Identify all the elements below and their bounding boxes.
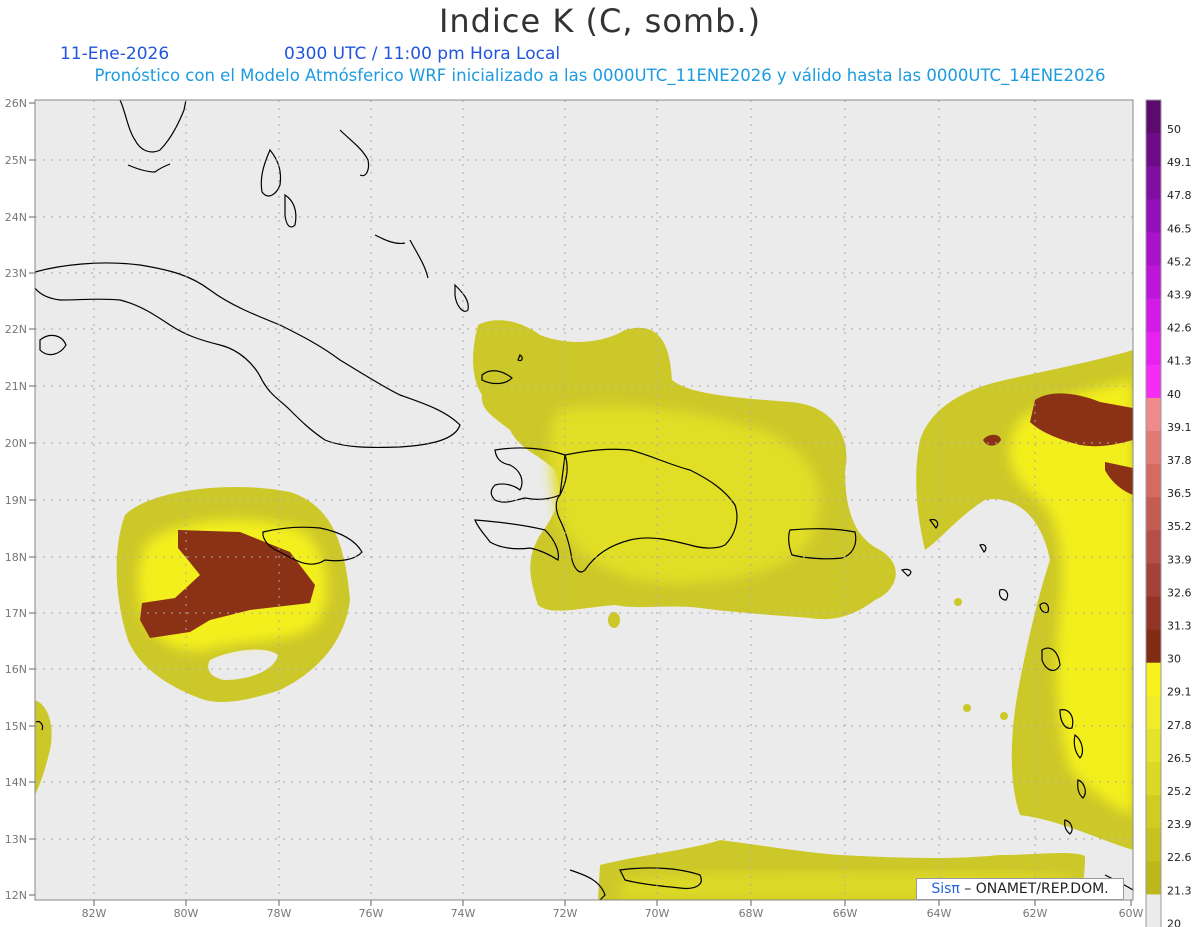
map-figure: 26N 25N 24N 23N 22N 21N 20N 19N 18N 17N … — [5, 97, 1192, 927]
lon-label: 60W — [1119, 907, 1144, 920]
colorbar-swatch — [1146, 596, 1161, 631]
lat-label: 15N — [5, 720, 27, 733]
colorbar-swatch — [1146, 695, 1161, 730]
lat-label: 26N — [5, 97, 27, 110]
colorbar-tick-label: 23.9 — [1167, 818, 1192, 831]
colorbar-swatch — [1146, 894, 1161, 927]
colorbar-swatch — [1146, 364, 1161, 399]
colorbar-tick-label: 22.6 — [1167, 851, 1192, 864]
colorbar-tick-label: 36.5 — [1167, 487, 1192, 500]
colorbar-swatch — [1146, 199, 1161, 233]
lat-label: 14N — [5, 776, 27, 789]
colorbar-tick-label: 21.3 — [1167, 884, 1192, 897]
colorbar-tick-label: 25.2 — [1167, 785, 1192, 798]
credit-box: Sisπ – ONAMET/REP.DOM. — [916, 878, 1124, 900]
lat-label: 16N — [5, 663, 27, 676]
colorbar-swatch — [1146, 431, 1161, 465]
lat-label: 20N — [5, 437, 27, 450]
colorbar-tick-label: 37.8 — [1167, 454, 1192, 467]
lat-label: 12N — [5, 889, 27, 902]
colorbar-swatch — [1146, 795, 1161, 829]
lat-label: 13N — [5, 833, 27, 846]
lat-labels: 26N 25N 24N 23N 22N 21N 20N 19N 18N 17N … — [5, 97, 27, 902]
colorbar-swatch — [1146, 265, 1161, 300]
colorbar-swatch — [1146, 530, 1161, 564]
lat-label: 24N — [5, 211, 27, 224]
colorbar-swatch — [1146, 629, 1161, 664]
lon-label: 62W — [1023, 907, 1048, 920]
colorbar-tick-label: 47.8 — [1167, 189, 1192, 202]
colorbar-tick-label: 31.3 — [1167, 620, 1192, 633]
colorbar-tick-label: 33.9 — [1167, 553, 1192, 566]
lon-label: 80W — [174, 907, 199, 920]
field-speck — [608, 612, 620, 628]
lon-label: 68W — [739, 907, 764, 920]
colorbar-tick-label: 49.1 — [1167, 156, 1192, 169]
colorbar-swatch — [1146, 662, 1161, 697]
colorbar-tick-label: 40 — [1167, 388, 1181, 401]
colorbar-tick-label: 35.2 — [1167, 520, 1192, 533]
colorbar-tick-label: 43.9 — [1167, 289, 1192, 302]
colorbar-swatch — [1146, 166, 1161, 200]
colorbar-swatch — [1146, 331, 1161, 366]
lat-label: 17N — [5, 607, 27, 620]
colorbar-tick-label: 41.3 — [1167, 355, 1192, 368]
field-speck — [963, 704, 971, 712]
lat-label: 23N — [5, 267, 27, 280]
colorbar-tick-label: 30 — [1167, 653, 1181, 666]
colorbar-tick-label: 27.8 — [1167, 719, 1192, 732]
colorbar-swatch — [1146, 861, 1161, 895]
lon-label: 64W — [927, 907, 952, 920]
colorbar-swatch — [1146, 828, 1161, 862]
lon-labels: 82W 80W 78W 76W 74W 72W 70W 68W 66W 64W … — [82, 907, 1144, 920]
colorbar-swatch — [1146, 762, 1161, 796]
colorbar-swatch — [1146, 397, 1161, 432]
lon-label: 74W — [451, 907, 476, 920]
credit-text: – ONAMET/REP.DOM. — [959, 881, 1109, 897]
colorbar-swatch — [1146, 497, 1161, 531]
colorbar-tick-label: 39.1 — [1167, 421, 1192, 434]
lon-label: 76W — [359, 907, 384, 920]
field-speck — [1000, 712, 1008, 720]
colorbar-swatch — [1146, 232, 1161, 267]
lon-label: 70W — [645, 907, 670, 920]
colorbar-tick-label: 29.1 — [1167, 686, 1192, 699]
lat-label: 21N — [5, 380, 27, 393]
colorbar-swatch — [1146, 298, 1161, 333]
lon-label: 66W — [833, 907, 858, 920]
colorbar-tick-label: 42.6 — [1167, 322, 1192, 335]
credit-sis: Sisπ — [931, 881, 960, 897]
colorbar-swatch — [1146, 100, 1161, 134]
colorbar-tick-label: 46.5 — [1167, 222, 1192, 235]
colorbar-swatch — [1146, 563, 1161, 598]
colorbar-swatch — [1146, 464, 1161, 498]
field-speck — [954, 598, 962, 606]
lat-label: 25N — [5, 154, 27, 167]
lon-label: 78W — [267, 907, 292, 920]
colorbar-tick-label: 26.5 — [1167, 752, 1192, 765]
lon-label: 82W — [82, 907, 107, 920]
colorbar-swatch — [1146, 728, 1161, 763]
colorbar: 50 49.1 47.8 46.5 45.2 43.9 42.6 41.3 40 39.1 37.8… — [1145, 99, 1192, 927]
lon-label: 72W — [553, 907, 578, 920]
lat-label: 19N — [5, 494, 27, 507]
colorbar-tick-label: 20 — [1167, 917, 1181, 927]
lat-label: 18N — [5, 551, 27, 564]
colorbar-tick-label: 45.2 — [1167, 255, 1192, 268]
colorbar-tick-label: 50 — [1167, 123, 1181, 136]
lat-label: 22N — [5, 323, 27, 336]
colorbar-swatch — [1146, 133, 1161, 167]
colorbar-tick-label: 32.6 — [1167, 586, 1192, 599]
